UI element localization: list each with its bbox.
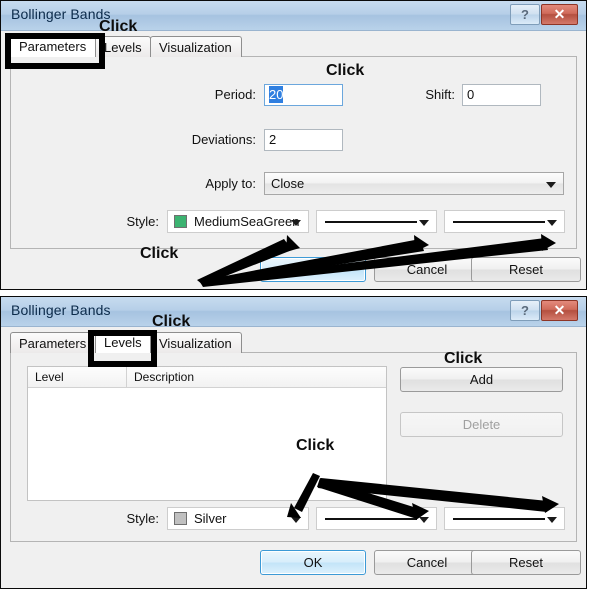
color-swatch-icon (174, 512, 187, 525)
reset-button[interactable]: Reset (471, 550, 581, 575)
titlebar: Bollinger Bands ? ✕ (1, 297, 586, 327)
line-style-select[interactable] (444, 210, 565, 233)
bollinger-bands-parameters-dialog: Bollinger Bands ? ✕ Parameters Levels Vi… (0, 0, 587, 290)
ok-button[interactable]: OK (260, 257, 366, 282)
levels-grid[interactable]: Level Description (27, 366, 387, 501)
style-color-name: MediumSeaGreen (194, 214, 300, 229)
delete-button: Delete (400, 412, 563, 437)
deviations-input[interactable]: 2 (264, 129, 343, 151)
levels-panel: Level Description Add Delete Style: Silv… (10, 352, 577, 542)
column-header-level: Level (28, 367, 127, 387)
line-style-select[interactable] (444, 507, 565, 530)
close-icon[interactable]: ✕ (541, 300, 578, 321)
line-width-sample (325, 220, 417, 223)
tab-parameters[interactable]: Parameters (10, 332, 96, 353)
color-swatch-icon (174, 215, 187, 228)
cancel-button[interactable]: Cancel (374, 550, 480, 575)
line-style-sample (453, 517, 545, 520)
apply-to-value: Close (271, 176, 305, 191)
reset-button[interactable]: Reset (471, 257, 581, 282)
chevron-down-icon (546, 181, 556, 188)
tab-levels[interactable]: Levels (95, 330, 151, 353)
column-header-description: Description (134, 370, 195, 384)
help-icon[interactable]: ? (510, 300, 540, 321)
period-input-value: 20 (269, 86, 284, 103)
parameters-panel: Period: 20 Shift: 0 Deviations: 2 Apply … (10, 56, 577, 249)
deviations-label: Deviations: (191, 132, 256, 147)
style-color-select[interactable]: Silver (167, 507, 309, 530)
cancel-button[interactable]: Cancel (374, 257, 480, 282)
chevron-down-icon (291, 219, 301, 226)
tab-levels[interactable]: Levels (95, 36, 151, 57)
window-title: Bollinger Bands (11, 6, 111, 22)
bollinger-bands-levels-dialog: Bollinger Bands ? ✕ Parameters Levels Vi… (0, 296, 587, 589)
tab-visualization[interactable]: Visualization (150, 332, 242, 353)
style-color-name: Silver (194, 511, 227, 526)
levels-grid-header: Level Description (28, 367, 386, 388)
window-title: Bollinger Bands (11, 302, 111, 318)
tabstrip: Parameters Levels Visualization (10, 330, 242, 353)
line-width-sample (325, 517, 417, 520)
style-label: Style: (126, 214, 159, 229)
chevron-down-icon (419, 219, 429, 226)
ok-button[interactable]: OK (260, 550, 366, 575)
shift-input[interactable]: 0 (462, 84, 541, 106)
style-label: Style: (126, 511, 159, 526)
tab-visualization[interactable]: Visualization (150, 36, 242, 57)
line-width-select[interactable] (316, 507, 437, 530)
style-color-select[interactable]: MediumSeaGreen (167, 210, 309, 233)
line-style-sample (453, 220, 545, 223)
tab-parameters[interactable]: Parameters (10, 34, 96, 57)
line-width-select[interactable] (316, 210, 437, 233)
chevron-down-icon (419, 516, 429, 523)
shift-label: Shift: (425, 87, 455, 102)
period-label: Period: (214, 87, 256, 102)
help-icon[interactable]: ? (510, 4, 540, 25)
apply-to-select[interactable]: Close (264, 172, 564, 195)
apply-to-label: Apply to: (205, 176, 256, 191)
chevron-down-icon (547, 516, 557, 523)
add-button[interactable]: Add (400, 367, 563, 392)
titlebar: Bollinger Bands ? ✕ (1, 1, 586, 31)
tabstrip: Parameters Levels Visualization (10, 34, 242, 57)
chevron-down-icon (291, 516, 301, 523)
period-input[interactable]: 20 (264, 84, 343, 106)
chevron-down-icon (547, 219, 557, 226)
close-icon[interactable]: ✕ (541, 4, 578, 25)
